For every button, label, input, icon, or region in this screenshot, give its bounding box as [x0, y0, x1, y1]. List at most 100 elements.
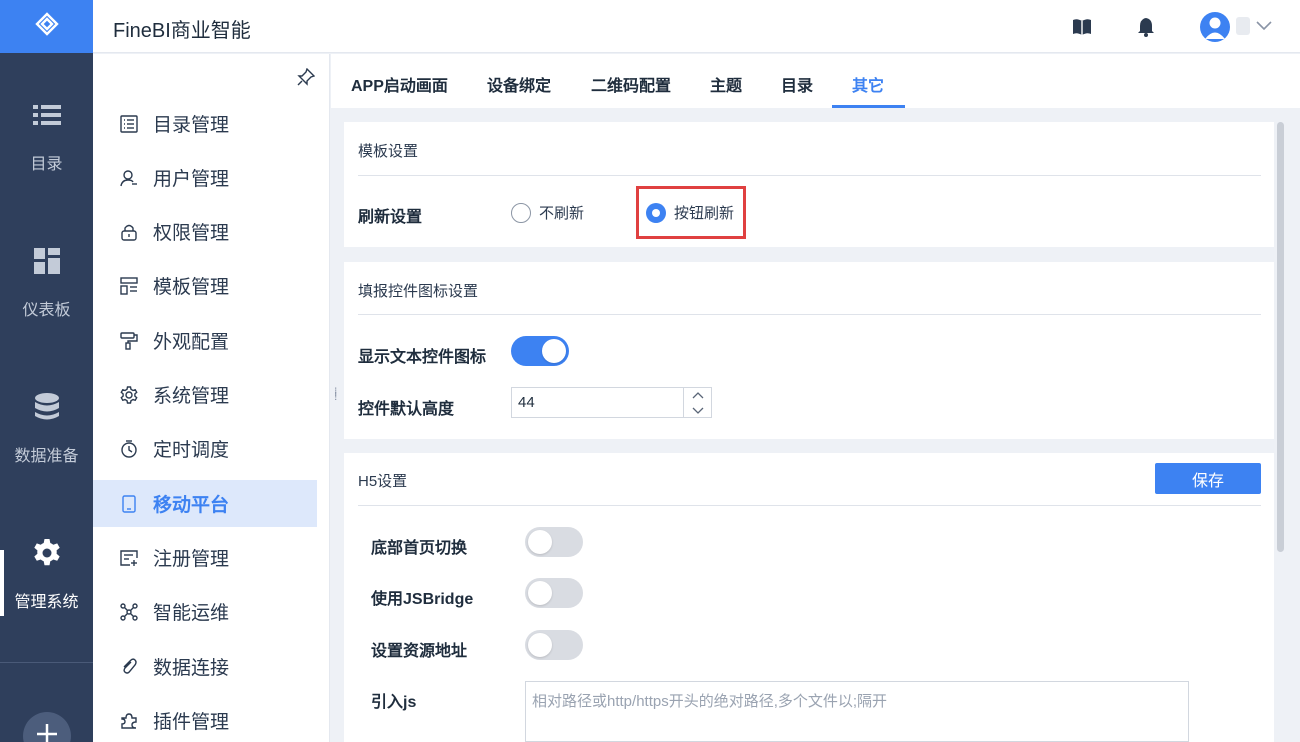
panel-title: 模板设置 — [358, 143, 419, 160]
tab-app-splash[interactable]: APP启动画面 — [351, 72, 448, 96]
rail-item-label: 仪表板 — [22, 302, 71, 319]
sidebar-item-appearance[interactable]: 外观配置 — [93, 317, 317, 364]
timer-icon — [119, 439, 139, 459]
sidebar-item-registration[interactable]: 注册管理 — [93, 534, 317, 581]
template-icon — [119, 276, 139, 296]
panel-divider — [358, 175, 1261, 176]
rail-item-admin[interactable]: 管理系统 — [0, 538, 93, 612]
sidebar-item-catalog[interactable]: 目录管理 — [93, 100, 317, 147]
logo-icon — [34, 11, 60, 42]
register-icon — [119, 548, 139, 568]
app-rail: 目录 仪表板 数据准备 管理系统 — [0, 0, 93, 742]
plugin-icon — [119, 711, 139, 731]
sidebar-item-label: 智能运维 — [153, 603, 230, 624]
refresh-setting-label: 刷新设置 — [358, 209, 423, 226]
show-text-icon-toggle[interactable] — [511, 336, 569, 366]
radio-unchecked-icon — [511, 202, 531, 223]
link-icon — [119, 657, 139, 677]
default-height-input[interactable] — [512, 388, 683, 417]
tab-catalog[interactable]: 目录 — [781, 72, 813, 96]
radio-label: 不刷新 — [539, 205, 585, 222]
chevron-down-icon[interactable] — [684, 403, 712, 417]
sidebar-item-data-connection[interactable]: 数据连接 — [93, 643, 317, 690]
rail-divider — [0, 662, 93, 663]
database-icon — [32, 392, 62, 422]
tab-bar: APP启动画面 设备绑定 二维码配置 主题 目录 其它 — [331, 54, 1300, 108]
top-bar: FineBI商业智能 — [93, 0, 1300, 53]
sidebar-item-label: 移动平台 — [153, 495, 230, 516]
default-height-label: 控件默认高度 — [358, 401, 455, 418]
panel-divider — [358, 314, 1261, 315]
sidebar-item-system[interactable]: 系统管理 — [93, 371, 317, 418]
bell-icon[interactable] — [1135, 16, 1157, 38]
chevron-up-icon[interactable] — [684, 388, 712, 402]
sidebar-item-label: 外观配置 — [153, 332, 230, 353]
mobile-icon — [119, 494, 139, 514]
rail-item-label: 管理系统 — [14, 594, 79, 611]
user-name-redacted — [1236, 17, 1250, 35]
sidebar-item-plugins[interactable]: 插件管理 — [93, 697, 317, 742]
jsbridge-label: 使用JSBridge — [371, 591, 474, 608]
resource-address-toggle[interactable] — [525, 630, 583, 660]
rail-item-label: 目录 — [30, 156, 63, 173]
catalog-icon — [119, 114, 139, 134]
sidebar-item-permissions[interactable]: 权限管理 — [93, 208, 317, 255]
user-icon — [119, 168, 139, 188]
help-book-icon[interactable] — [1071, 16, 1093, 38]
active-tab-indicator — [832, 105, 905, 108]
plus-icon — [36, 723, 58, 742]
sidebar-item-label: 系统管理 — [153, 386, 230, 407]
list-icon — [32, 100, 62, 130]
radio-no-refresh[interactable]: 不刷新 — [511, 202, 584, 223]
resource-address-label: 设置资源地址 — [371, 643, 468, 660]
sidebar-item-users[interactable]: 用户管理 — [93, 154, 317, 201]
ops-icon — [119, 602, 139, 622]
sidebar-item-label: 数据连接 — [153, 658, 230, 679]
gear-icon — [32, 538, 62, 568]
rail-item-dashboard[interactable]: 仪表板 — [0, 246, 93, 320]
import-js-label: 引入js — [371, 694, 417, 711]
tab-device-binding[interactable]: 设备绑定 — [487, 72, 551, 96]
rail-item-label: 数据准备 — [14, 448, 79, 465]
sidebar-item-scheduler[interactable]: 定时调度 — [93, 425, 317, 472]
admin-sidebar: 目录管理 用户管理 权限管理 模板管理 外观配置 系统管理 定时调度 移动平台 … — [93, 54, 330, 742]
panel-title: 填报控件图标设置 — [358, 283, 479, 300]
user-avatar[interactable] — [1200, 12, 1230, 42]
app-title: FineBI商业智能 — [113, 20, 251, 42]
resize-handle[interactable]: ⁞ ⁞ — [334, 386, 337, 402]
tab-theme[interactable]: 主题 — [710, 72, 742, 96]
sidebar-item-label: 权限管理 — [153, 223, 230, 244]
sidebar-item-label: 用户管理 — [153, 169, 230, 190]
settings-icon — [119, 385, 139, 405]
template-settings-panel: 模板设置 — [344, 122, 1274, 247]
panel-divider — [358, 505, 1261, 506]
tab-qrcode-config[interactable]: 二维码配置 — [591, 72, 671, 96]
pin-icon[interactable] — [297, 67, 316, 91]
brush-icon — [119, 331, 139, 351]
sidebar-item-ops[interactable]: 智能运维 — [93, 588, 317, 635]
bottom-home-switch-label: 底部首页切换 — [371, 540, 468, 557]
sidebar-item-label: 模板管理 — [153, 277, 230, 298]
chevron-down-icon[interactable] — [1256, 18, 1272, 36]
lock-icon — [119, 222, 139, 242]
stepper-arrows — [683, 388, 711, 417]
sidebar-item-templates[interactable]: 模板管理 — [93, 262, 317, 309]
sidebar-item-label: 定时调度 — [153, 440, 230, 461]
save-button[interactable]: 保存 — [1155, 463, 1261, 494]
tab-other[interactable]: 其它 — [852, 72, 884, 96]
bottom-home-switch-toggle[interactable] — [525, 527, 583, 557]
scrollbar[interactable] — [1277, 122, 1284, 552]
app-logo[interactable] — [0, 0, 93, 53]
jsbridge-toggle[interactable] — [525, 578, 583, 608]
rail-item-data-prep[interactable]: 数据准备 — [0, 392, 93, 466]
sidebar-item-label: 注册管理 — [153, 549, 230, 570]
sidebar-item-mobile[interactable]: 移动平台 — [93, 480, 317, 527]
rail-item-catalog[interactable]: 目录 — [0, 100, 93, 174]
panel-title: H5设置 — [358, 473, 408, 490]
default-height-stepper — [511, 387, 712, 418]
sidebar-item-label: 插件管理 — [153, 712, 230, 733]
import-js-input[interactable] — [525, 681, 1189, 742]
add-button[interactable] — [23, 712, 71, 742]
highlight-annotation-box — [636, 186, 746, 239]
show-text-icon-label: 显示文本控件图标 — [358, 349, 487, 366]
